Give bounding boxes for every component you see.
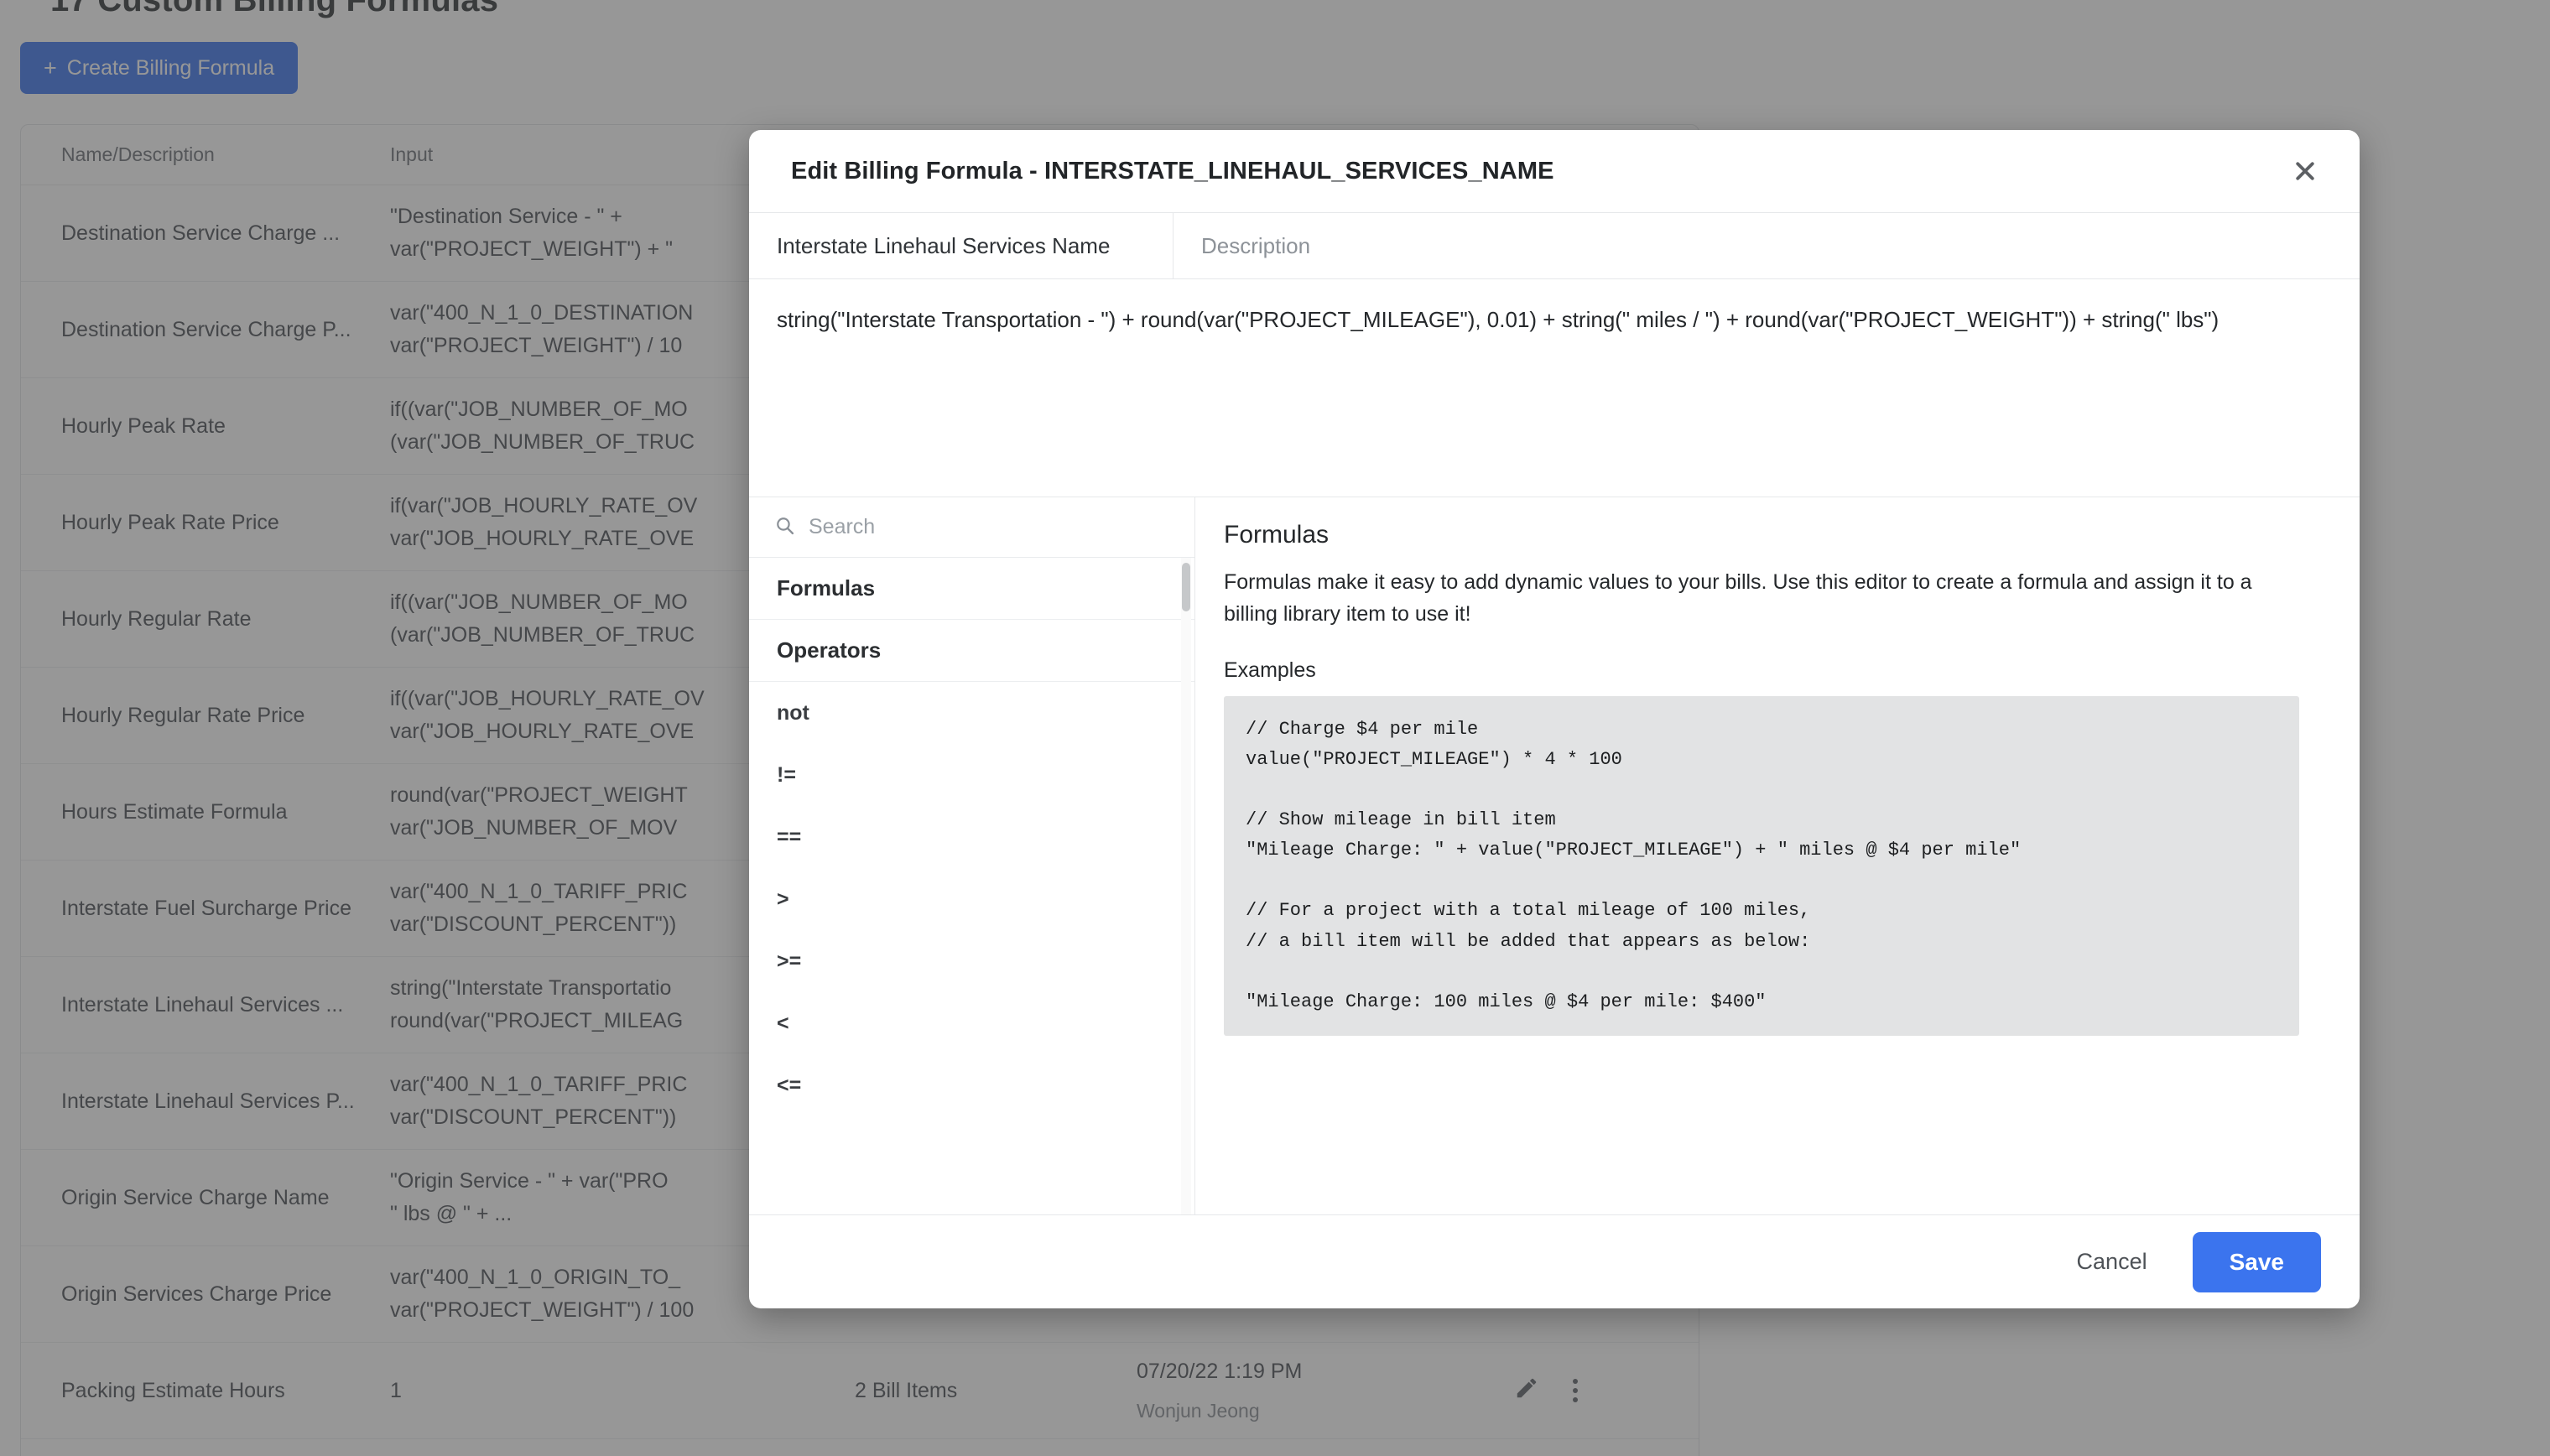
browser-operator-item[interactable]: < [749, 992, 1194, 1054]
browser-operator-item[interactable]: > [749, 868, 1194, 930]
docs-heading: Formulas [1224, 521, 1330, 549]
browser-scrollbar[interactable] [1181, 558, 1191, 1214]
formula-browser-panel: FormulasOperatorsnot!===>>=<<= [749, 497, 1195, 1214]
browser-operator-item[interactable]: <= [749, 1054, 1194, 1116]
search-input[interactable] [809, 515, 1173, 539]
search-icon [774, 515, 795, 540]
docs-body: Formulas make it easy to add dynamic val… [1224, 570, 2252, 626]
formula-browser-list[interactable]: Formulas Operators not != == > >= < <= [749, 558, 1194, 1214]
edit-billing-formula-dialog: Edit Billing Formula - INTERSTATE_LINEHA… [749, 130, 2360, 1308]
docs-examples-label: Examples [1224, 658, 1316, 682]
browser-operator-item[interactable]: != [749, 744, 1194, 806]
dialog-header: Edit Billing Formula - INTERSTATE_LINEHA… [749, 130, 2360, 212]
formula-description-input[interactable] [1173, 213, 2360, 278]
docs-code-example: // Charge $4 per mile value("PROJECT_MIL… [1224, 696, 2299, 1036]
browser-section-operators[interactable]: Operators [749, 620, 1194, 682]
cancel-button[interactable]: Cancel [2055, 1237, 2169, 1287]
browser-section-formulas[interactable]: Formulas [749, 558, 1194, 620]
browser-operator-item[interactable]: >= [749, 930, 1194, 992]
documentation-panel: Formulas Formulas make it easy to add dy… [1195, 497, 2360, 1214]
close-icon[interactable] [2286, 152, 2324, 190]
search-row [749, 497, 1194, 558]
app-root: 17 Custom Billing Formulas + Create Bill… [0, 0, 2550, 1456]
formula-name-input[interactable] [749, 213, 1173, 278]
browser-scrollbar-thumb[interactable] [1182, 563, 1190, 611]
dialog-footer: Cancel Save [749, 1214, 2360, 1308]
save-button[interactable]: Save [2192, 1231, 2321, 1292]
formula-code-editor[interactable]: string("Interstate Transportation - ") +… [749, 279, 2360, 497]
name-description-row [749, 212, 2360, 279]
browser-operator-item[interactable]: not [749, 682, 1194, 744]
dialog-title: Edit Billing Formula - INTERSTATE_LINEHA… [791, 157, 1554, 185]
dialog-body: FormulasOperatorsnot!===>>=<<= Formulas … [749, 497, 2360, 1214]
browser-operator-item[interactable]: == [749, 806, 1194, 868]
